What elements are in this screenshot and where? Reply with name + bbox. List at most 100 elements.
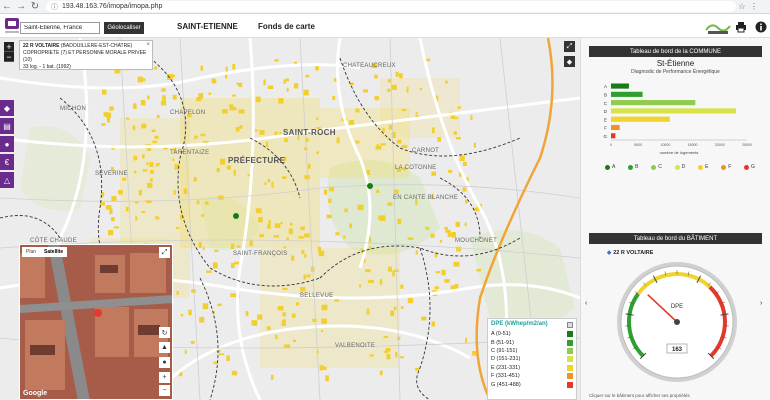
map-building[interactable] <box>206 270 212 273</box>
map-building[interactable] <box>343 235 346 239</box>
map-building[interactable] <box>231 262 235 268</box>
map-building[interactable] <box>267 85 274 89</box>
map-building[interactable] <box>463 162 467 166</box>
map-building[interactable] <box>109 106 114 111</box>
map-building[interactable] <box>470 114 473 121</box>
bar[interactable] <box>611 108 737 114</box>
bar[interactable] <box>611 124 620 131</box>
map-building[interactable] <box>212 262 218 267</box>
map-building[interactable] <box>455 137 461 140</box>
bar[interactable] <box>611 83 629 89</box>
map-building[interactable] <box>274 131 278 136</box>
map-building[interactable] <box>211 78 217 84</box>
map-building[interactable] <box>278 98 284 104</box>
map-building[interactable] <box>160 100 167 106</box>
map-building[interactable] <box>230 293 237 298</box>
map-building[interactable] <box>328 198 332 203</box>
map-building[interactable] <box>379 279 383 285</box>
map-building[interactable] <box>355 140 360 144</box>
map-building[interactable] <box>305 74 310 78</box>
map-building[interactable] <box>172 158 175 162</box>
zoom-in-button[interactable]: + <box>159 372 170 383</box>
map-building[interactable] <box>138 190 142 196</box>
building-icon[interactable]: ▤ <box>0 118 14 134</box>
map-building[interactable] <box>180 314 184 317</box>
map-building[interactable] <box>395 71 399 77</box>
map-building[interactable] <box>142 169 148 172</box>
map-building[interactable] <box>176 226 180 229</box>
map-building[interactable] <box>344 208 348 213</box>
map-building[interactable] <box>147 182 153 188</box>
map-building[interactable] <box>399 356 405 359</box>
map-building[interactable] <box>118 189 123 195</box>
map-building[interactable] <box>307 163 311 169</box>
bar[interactable] <box>611 116 670 122</box>
map-building[interactable] <box>199 316 205 323</box>
map-building[interactable] <box>263 79 266 86</box>
map-building[interactable] <box>216 168 220 173</box>
forward-icon[interactable]: → <box>14 0 28 14</box>
url-bar[interactable]: ⓘ 193.48.163.76/imopa/imopa.php <box>46 1 736 12</box>
map-building[interactable] <box>285 78 289 82</box>
previous-arrow-icon[interactable]: ‹ <box>585 300 587 307</box>
chart-legend-item[interactable]: D <box>674 164 685 170</box>
map-building[interactable] <box>399 73 403 79</box>
map-building[interactable] <box>142 154 145 159</box>
map-building[interactable] <box>374 74 378 79</box>
map-building[interactable] <box>386 353 391 360</box>
map-building[interactable] <box>316 117 319 121</box>
map-building[interactable] <box>391 84 397 90</box>
map-building[interactable] <box>236 245 241 248</box>
pegman-icon[interactable]: ● <box>159 357 170 368</box>
map-building[interactable] <box>184 349 187 354</box>
map-building[interactable] <box>326 214 332 219</box>
tab-satellite[interactable]: Satellite <box>40 247 67 257</box>
map-building[interactable] <box>439 239 443 243</box>
drop-icon[interactable]: ◆ <box>0 100 14 116</box>
map-building[interactable] <box>231 107 237 111</box>
map-building[interactable] <box>191 289 196 293</box>
map-building[interactable] <box>301 249 305 254</box>
map-building[interactable] <box>388 124 393 130</box>
map-building[interactable] <box>286 237 289 241</box>
map-building[interactable] <box>141 123 147 129</box>
map-building[interactable] <box>366 308 370 315</box>
map-building[interactable] <box>359 284 362 288</box>
map-building[interactable] <box>271 181 274 188</box>
map-building[interactable] <box>445 229 451 233</box>
map-building[interactable] <box>415 367 420 371</box>
map-building[interactable] <box>316 151 319 154</box>
map-building[interactable] <box>400 284 404 289</box>
map-building[interactable] <box>176 291 179 295</box>
map-building[interactable] <box>152 140 158 144</box>
map-building[interactable] <box>249 240 253 247</box>
map-building[interactable] <box>101 123 106 126</box>
chart-legend-item[interactable]: F <box>721 164 731 170</box>
next-arrow-icon[interactable]: › <box>760 300 762 307</box>
map-building[interactable] <box>457 106 461 110</box>
bar[interactable] <box>611 133 616 139</box>
map-building[interactable] <box>363 89 368 93</box>
map-building[interactable] <box>355 108 360 113</box>
map-building[interactable] <box>407 298 414 304</box>
map-building[interactable] <box>245 311 249 317</box>
map-building[interactable] <box>154 135 159 139</box>
map-building[interactable] <box>126 117 130 120</box>
chart-legend-item[interactable]: G <box>744 164 755 170</box>
map-building[interactable] <box>141 211 146 213</box>
map-building[interactable] <box>283 319 286 322</box>
star-icon[interactable]: ☆ <box>736 0 748 14</box>
person-icon[interactable]: ● <box>0 136 14 152</box>
map-building[interactable] <box>304 175 310 180</box>
map-building[interactable] <box>111 196 117 202</box>
map-building[interactable] <box>303 89 309 96</box>
map-building[interactable] <box>172 94 177 100</box>
map-building[interactable] <box>432 127 435 134</box>
map-building[interactable] <box>395 352 398 358</box>
map-building[interactable] <box>425 226 430 230</box>
map-building[interactable] <box>102 88 107 95</box>
map-building[interactable] <box>156 115 160 119</box>
map-building[interactable] <box>383 336 389 338</box>
map-building[interactable] <box>349 223 352 229</box>
map-building[interactable] <box>173 190 176 195</box>
